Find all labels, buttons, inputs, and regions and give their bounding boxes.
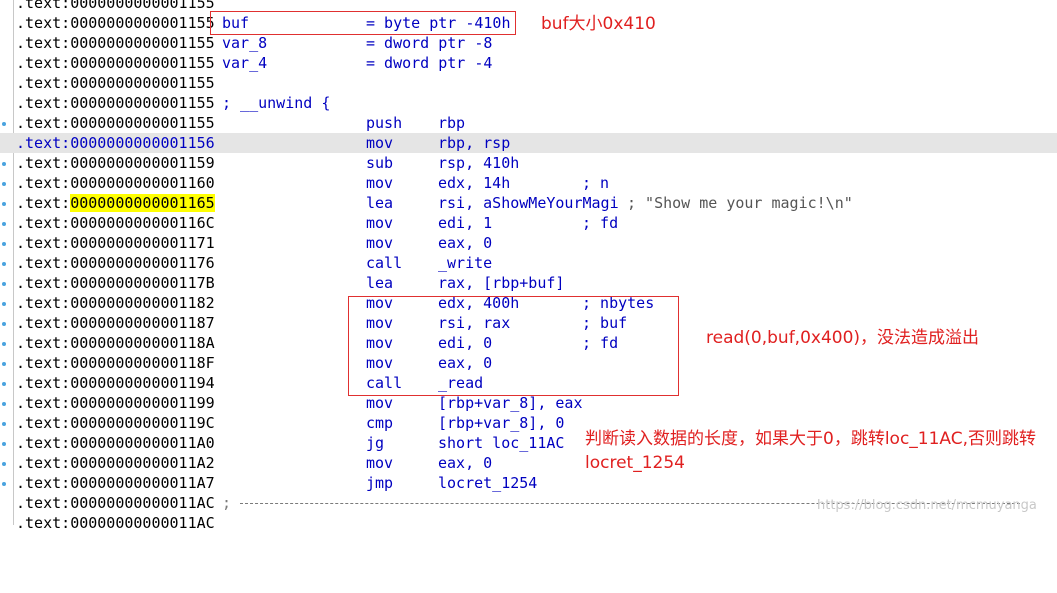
listing-line[interactable]: .text:000000000000117B lea rax, [rbp+buf… — [0, 273, 1057, 293]
instruction-mnemonic: sub — [366, 154, 394, 172]
instruction-operands[interactable]: _write — [438, 253, 492, 273]
listing-line[interactable]: .text:0000000000001155 ; __unwind { — [0, 93, 1057, 113]
instruction-mnemonic: mov — [366, 134, 394, 152]
line-address: .text:00000000000011A7 — [16, 474, 215, 492]
buf-annotation-box — [210, 11, 516, 35]
instruction-mnemonic: mov — [366, 234, 394, 252]
instruction-operands[interactable]: rax, [rbp+buf] — [438, 273, 564, 293]
instruction-operands[interactable]: rbp, rsp — [438, 133, 510, 153]
line-address: .text:00000000000011AC — [16, 514, 215, 532]
line-address: .text:0000000000001156 — [16, 134, 215, 152]
line-address: .text:0000000000001155 — [16, 14, 215, 32]
instruction-mnemonic: cmp — [366, 414, 394, 432]
line-address: .text:0000000000001176 — [16, 254, 215, 272]
instruction-operands[interactable]: locret_1254 — [438, 473, 537, 493]
line-address: .text:0000000000001171 — [16, 234, 215, 252]
line-address: .text:0000000000001155 — [16, 34, 215, 52]
separator-semicolon: ; — [222, 494, 232, 512]
listing-line[interactable]: .text:0000000000001155 var_8 = dword ptr… — [0, 33, 1057, 53]
line-address: .text:00000000000011A0 — [16, 434, 215, 452]
line-address: .text:000000000000116C — [16, 214, 215, 232]
line-address: .text:00000000000011AC — [16, 494, 215, 512]
listing-line[interactable]: .text:0000000000001155 var_4 = dword ptr… — [0, 53, 1057, 73]
instruction-mnemonic: mov — [366, 394, 394, 412]
listing-line-selected[interactable]: .text:0000000000001156 mov rbp, rsp — [0, 133, 1057, 153]
string-comment: ; "Show me your magic!\n" — [627, 194, 853, 212]
stack-var-definition: = dword ptr -8 — [366, 34, 493, 52]
read-call-annotation-box — [348, 296, 679, 396]
jump-note-line1: 判断读入数据的长度，如果大于0，跳转loc_11AC,否则跳转 — [585, 429, 1037, 449]
instruction-operands[interactable]: rsi, aShowMeYourMagi — [438, 193, 619, 213]
line-address: .text:0000000000001182 — [16, 294, 215, 312]
instruction-mnemonic: mov — [366, 454, 394, 472]
instruction-operands[interactable]: edx, 14h — [438, 173, 510, 193]
instruction-mnemonic: jmp — [366, 474, 394, 492]
instruction-operands[interactable]: [rbp+var_8], 0 — [438, 413, 564, 433]
instruction-mnemonic: jg — [366, 434, 385, 452]
listing-line[interactable]: .text:00000000000011AC — [0, 513, 1057, 533]
instruction-mnemonic: call — [366, 254, 403, 272]
listing-line[interactable]: .text:000000000000116C mov edi, 1 ; fd — [0, 213, 1057, 233]
line-address: .text:0000000000001155 — [16, 94, 215, 112]
line-address: .text:0000000000001187 — [16, 314, 215, 332]
listing-line[interactable]: .text:0000000000001160 mov edx, 14h ; n — [0, 173, 1057, 193]
line-address: .text:0000000000001159 — [16, 154, 215, 172]
line-address: .text:0000000000001160 — [16, 174, 215, 192]
line-address: .text:0000000000001165 — [16, 194, 215, 212]
listing-line[interactable]: .text:0000000000001155 — [0, 0, 1057, 13]
instruction-mnemonic: lea — [366, 274, 394, 292]
instruction-comment: ; fd — [582, 214, 619, 232]
line-address: .text:0000000000001194 — [16, 374, 215, 392]
line-address: .text:000000000000117B — [16, 274, 215, 292]
instruction-comment: ; n — [582, 174, 610, 192]
stack-var-name[interactable]: var_8 — [222, 33, 267, 53]
line-address: .text:000000000000119C — [16, 414, 215, 432]
jump-note-line2: locret_1254 — [585, 453, 685, 473]
instruction-mnemonic: lea — [366, 194, 394, 212]
watermark: https://blog.csdn.net/mcmuyanga — [817, 498, 1037, 513]
listing-line[interactable]: .text:00000000000011A2 mov eax, 0 — [0, 453, 1057, 473]
instruction-mnemonic: push — [366, 114, 403, 132]
listing-line[interactable]: .text:0000000000001155 buf = byte ptr -4… — [0, 13, 1057, 33]
instruction-mnemonic: mov — [366, 214, 394, 232]
listing-line[interactable]: .text:0000000000001159 sub rsp, 410h — [0, 153, 1057, 173]
instruction-operands[interactable]: rbp — [438, 113, 465, 133]
instruction-operands[interactable]: [rbp+var_8], eax — [438, 393, 583, 413]
listing-line[interactable]: .text:0000000000001176 call _write — [0, 253, 1057, 273]
line-address: .text:0000000000001155 — [16, 114, 215, 132]
stack-var-name[interactable]: var_4 — [222, 53, 267, 73]
line-address: .text:0000000000001155 — [16, 0, 215, 12]
listing-line[interactable]: .text:0000000000001155 push rbp — [0, 113, 1057, 133]
line-address: .text:0000000000001155 — [16, 54, 215, 72]
unwind-comment: ; __unwind { — [222, 94, 331, 112]
instruction-operands[interactable]: edi, 1 — [438, 213, 492, 233]
listing-line[interactable]: .text:0000000000001165 lea rsi, aShowMeY… — [0, 193, 1057, 213]
listing-line[interactable]: .text:0000000000001199 mov [rbp+var_8], … — [0, 393, 1057, 413]
instruction-operands[interactable]: short loc_11AC — [438, 433, 564, 453]
read-call-note: read(0,buf,0x400)，没法造成溢出 — [706, 328, 980, 348]
listing-line[interactable]: .text:0000000000001155 — [0, 73, 1057, 93]
line-address: .text:00000000000011A2 — [16, 454, 215, 472]
instruction-operands[interactable]: eax, 0 — [438, 233, 492, 253]
line-address: .text:000000000000118F — [16, 354, 215, 372]
stack-var-definition: = dword ptr -4 — [366, 54, 493, 72]
listing-line[interactable]: .text:0000000000001171 mov eax, 0 — [0, 233, 1057, 253]
line-address: .text:0000000000001199 — [16, 394, 215, 412]
buf-size-note: buf大小0x410 — [541, 14, 656, 34]
line-address: .text:0000000000001155 — [16, 74, 215, 92]
listing-line[interactable]: .text:00000000000011A7 jmp locret_1254 — [0, 473, 1057, 493]
highlighted-address: 0000000000001165 — [70, 194, 215, 212]
instruction-operands[interactable]: rsp, 410h — [438, 153, 519, 173]
instruction-mnemonic: mov — [366, 174, 394, 192]
instruction-operands[interactable]: eax, 0 — [438, 453, 492, 473]
line-address: .text:000000000000118A — [16, 334, 215, 352]
